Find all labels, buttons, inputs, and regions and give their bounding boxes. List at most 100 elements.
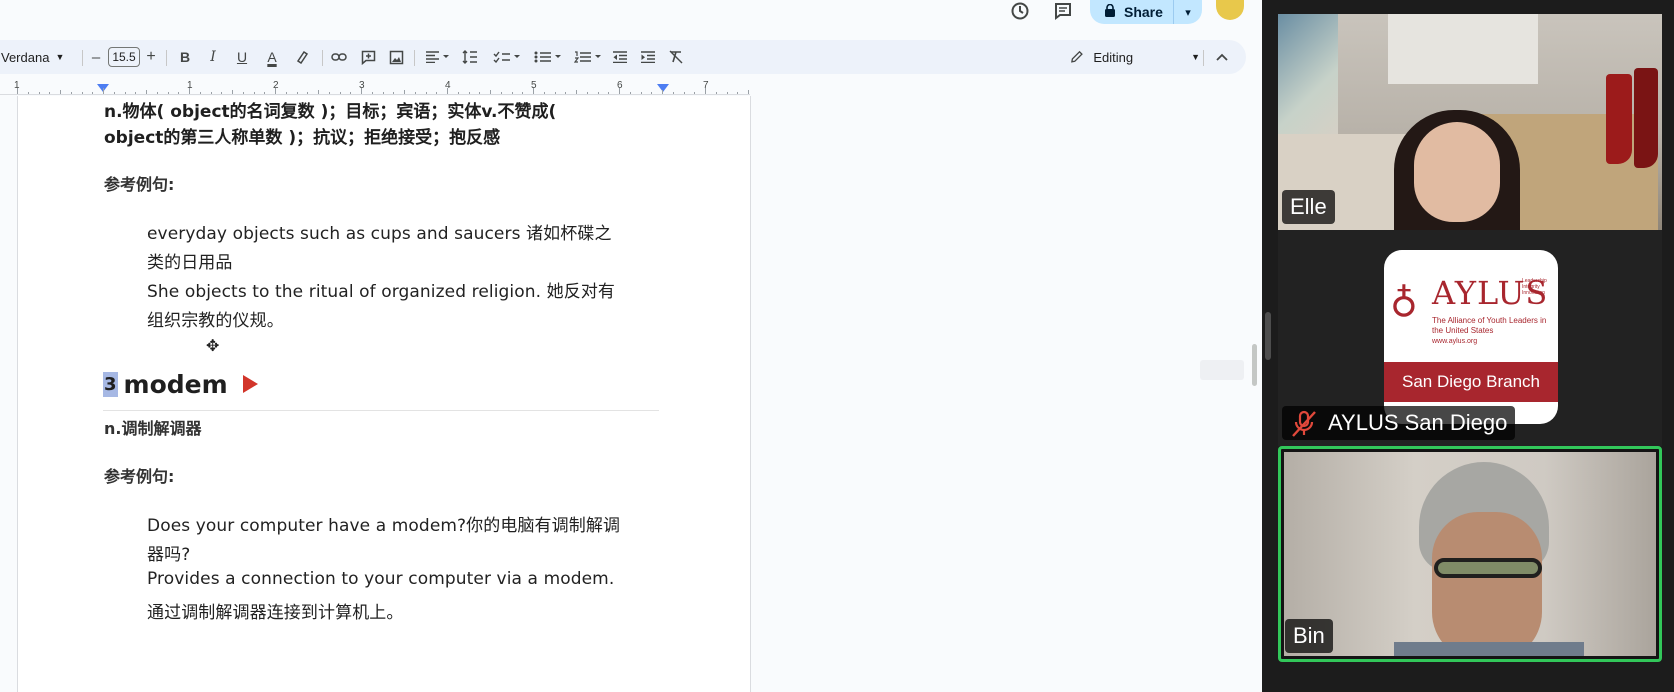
example-heading: 参考例句: xyxy=(104,467,175,486)
checklist-icon[interactable] xyxy=(489,40,525,74)
ruler-tick xyxy=(242,92,244,94)
ruler-tick xyxy=(221,92,223,94)
ruler-tick xyxy=(425,92,427,94)
definition-line: n.调制解调器 xyxy=(104,419,202,438)
insert-image-icon[interactable] xyxy=(384,40,408,74)
profile-avatar[interactable] xyxy=(1216,0,1244,20)
example-sentence: 器吗? xyxy=(147,545,191,565)
participant-name: AYLUS San Diego xyxy=(1328,410,1508,435)
collapse-toolbar-icon[interactable] xyxy=(1210,40,1234,74)
numbered-list-icon[interactable] xyxy=(570,40,606,74)
italic-button[interactable]: I xyxy=(202,40,224,74)
lightbulb-icon: ♁ xyxy=(1390,276,1418,321)
definition-line: n.物体( object的名词复数 )；目标；宾语；实体v.不赞成( xyxy=(104,102,557,122)
ruler-tick xyxy=(318,90,319,94)
ruler-tick xyxy=(339,92,341,94)
right-indent-marker[interactable] xyxy=(657,84,669,92)
participant-tile-bin[interactable]: Bin xyxy=(1278,446,1662,662)
toolbar-divider xyxy=(1203,50,1204,66)
ruler-tick xyxy=(726,92,728,94)
participant-name-tag: AYLUS San Diego xyxy=(1282,406,1516,440)
ruler-tick xyxy=(307,92,309,94)
participant-tile-aylus[interactable]: ♁ AYLUS Leadership Integrity Innovation … xyxy=(1278,230,1662,446)
example-sentence: She objects to the ritual of organized r… xyxy=(147,282,616,302)
ruler-tick xyxy=(189,88,190,94)
highlight-pen-icon[interactable] xyxy=(291,40,313,74)
ruler-tick xyxy=(522,92,524,94)
bulleted-list-icon[interactable] xyxy=(530,40,566,74)
underline-button[interactable]: U xyxy=(231,40,253,74)
ruler-tick xyxy=(232,90,233,94)
ruler-tick xyxy=(554,92,556,94)
participant-video xyxy=(1434,558,1542,578)
chevron-down-icon: ▼ xyxy=(55,52,65,62)
ruler-tick xyxy=(124,92,126,94)
editing-mode-select[interactable]: Editing ▼ xyxy=(1070,40,1200,74)
ruler-tick xyxy=(608,92,610,94)
ruler-tick xyxy=(436,92,438,94)
heading-divider xyxy=(103,410,659,411)
ruler-tick xyxy=(511,92,513,94)
bold-button[interactable]: B xyxy=(174,40,196,74)
example-sentence: 类的日用品 xyxy=(147,253,233,273)
editing-mode-label: Editing xyxy=(1093,49,1134,65)
comment-icon[interactable] xyxy=(1050,0,1076,22)
play-icon[interactable] xyxy=(242,375,258,393)
ruler-tick xyxy=(576,90,577,94)
clear-formatting-icon[interactable] xyxy=(664,40,688,74)
decrease-font-size-button[interactable]: – xyxy=(88,40,104,74)
move-cursor-icon: ✥ xyxy=(206,338,220,355)
participant-video xyxy=(1284,452,1656,656)
ruler-tick xyxy=(17,88,18,94)
toolbar-divider xyxy=(166,50,167,66)
participant-tile-elle[interactable]: Elle xyxy=(1278,14,1662,230)
ruler-tick xyxy=(70,92,72,94)
ruler-tick xyxy=(533,88,534,94)
ruler-tick xyxy=(275,88,276,94)
ruler-tick xyxy=(382,92,384,94)
insert-link-icon[interactable] xyxy=(327,40,351,74)
ruler-tick xyxy=(468,92,470,94)
share-main[interactable]: Share xyxy=(1090,0,1174,24)
word-heading: 3 modem xyxy=(103,368,258,400)
share-button[interactable]: Share ▾ xyxy=(1090,0,1202,24)
logo-branch: San Diego Branch xyxy=(1384,362,1558,402)
participant-video xyxy=(1432,512,1542,656)
ruler-tick xyxy=(253,92,255,94)
ruler-tick xyxy=(500,92,502,94)
ruler-tick xyxy=(210,92,212,94)
font-size-input[interactable]: 15.5 xyxy=(108,47,140,67)
ruler-tick xyxy=(178,92,180,94)
muted-mic-icon xyxy=(1292,410,1316,437)
ruler-tick xyxy=(640,92,642,94)
logo-url: www.aylus.org xyxy=(1432,338,1478,345)
text-color-button[interactable]: A xyxy=(261,40,283,74)
vertical-scrollbar[interactable] xyxy=(1252,344,1257,386)
panel-resize-handle[interactable] xyxy=(1265,312,1271,360)
font-family-select[interactable]: Verdana ▼ xyxy=(0,40,72,74)
ruler-tick xyxy=(49,92,51,94)
ruler-tick xyxy=(629,92,631,94)
ruler-tick xyxy=(586,92,588,94)
align-left-icon[interactable] xyxy=(420,40,456,74)
ruler-tick xyxy=(404,90,405,94)
ruler-tick xyxy=(597,92,599,94)
ruler-tick xyxy=(619,88,620,94)
ruler-tick xyxy=(103,88,104,94)
ruler-tick xyxy=(328,92,330,94)
add-comment-icon[interactable] xyxy=(356,40,380,74)
definition-line: object的第三人称单数 )；抗议；拒绝接受；抱反感 xyxy=(104,128,501,148)
pencil-icon xyxy=(1071,50,1083,63)
ruler-tick xyxy=(414,92,416,94)
history-icon[interactable] xyxy=(1007,0,1033,22)
share-dropdown-caret-icon[interactable]: ▾ xyxy=(1174,6,1202,19)
ruler-tick xyxy=(683,92,685,94)
ruler-tick xyxy=(371,92,373,94)
horizontal-ruler[interactable]: 1 1 2 3 4 5 6 7 xyxy=(0,80,750,95)
increase-indent-icon[interactable] xyxy=(636,40,660,74)
font-family-value: Verdana xyxy=(1,49,50,65)
line-spacing-icon[interactable] xyxy=(458,40,482,74)
decrease-indent-icon[interactable] xyxy=(608,40,632,74)
video-background xyxy=(1606,74,1632,164)
increase-font-size-button[interactable]: + xyxy=(143,40,159,74)
